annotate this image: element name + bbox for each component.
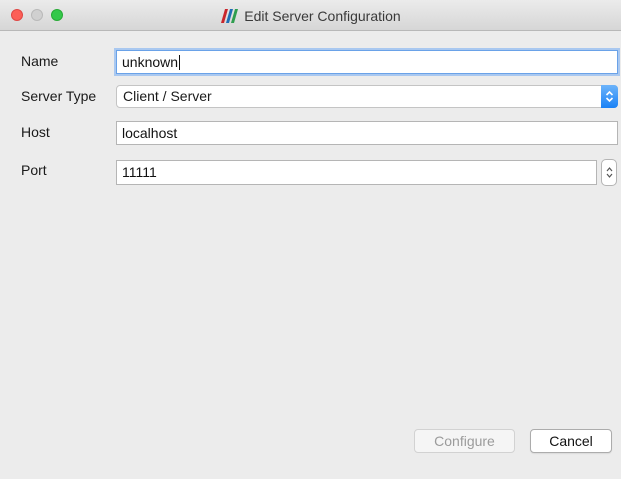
name-label: Name [21, 53, 59, 69]
server-type-value: Client / Server [123, 88, 212, 104]
port-input-value: 11111 [122, 164, 157, 180]
title-bar: Edit Server Configuration [0, 0, 621, 31]
cancel-button[interactable]: Cancel [530, 429, 612, 453]
window-title: Edit Server Configuration [244, 7, 401, 24]
host-input-value: localhost [122, 125, 178, 141]
configure-button[interactable]: Configure [414, 429, 515, 453]
host-input[interactable]: localhost [116, 121, 618, 145]
paraview-logo-icon [221, 8, 239, 23]
name-input[interactable]: unknown [116, 50, 618, 74]
port-spinbox-stepper-icon[interactable] [601, 159, 617, 186]
port-label: Port [21, 162, 47, 178]
text-caret [179, 55, 181, 70]
window-title-group: Edit Server Configuration [0, 0, 621, 31]
select-stepper-icon[interactable] [601, 85, 618, 108]
server-type-select[interactable]: Client / Server [116, 85, 618, 108]
name-input-value: unknown [122, 54, 179, 70]
port-input[interactable]: 11111 [116, 160, 597, 185]
server-type-label: Server Type [21, 88, 97, 104]
host-label: Host [21, 124, 50, 140]
